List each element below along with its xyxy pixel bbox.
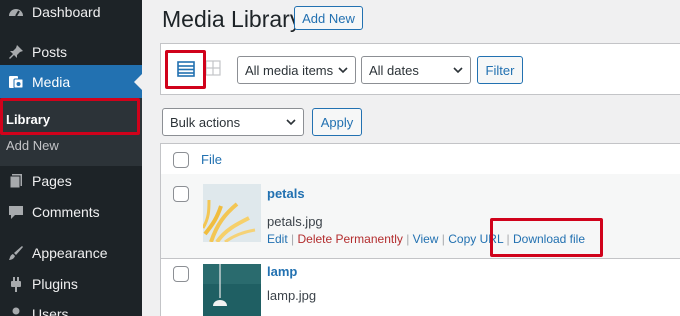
sidebar-item-label: Users — [32, 306, 69, 316]
paintbrush-icon — [4, 244, 28, 262]
row-checkbox[interactable] — [173, 186, 189, 202]
sidebar-item-label: Comments — [32, 204, 100, 220]
media-toolbar: All media items All dates Filter — [160, 43, 680, 95]
chevron-down-icon — [285, 116, 297, 131]
comment-icon — [4, 203, 28, 221]
row-checkbox[interactable] — [173, 266, 189, 282]
edit-link[interactable]: Edit — [267, 232, 288, 246]
media-title-link[interactable]: petals — [267, 186, 305, 201]
date-filter-select[interactable]: All dates — [361, 56, 471, 84]
download-highlight-box — [490, 218, 603, 257]
petals-thumbnail[interactable] — [203, 184, 261, 242]
select-all-checkbox[interactable] — [173, 152, 189, 168]
media-filename: petals.jpg — [267, 214, 323, 229]
date-filter-value: All dates — [369, 62, 419, 78]
sidebar-item-pages[interactable]: Pages — [0, 164, 142, 198]
sidebar-item-label: Dashboard — [32, 4, 101, 20]
sidebar-item-label: Pages — [32, 173, 72, 189]
sidebar-item-label: Appearance — [32, 245, 108, 261]
sidebar-item-posts[interactable]: Posts — [0, 35, 142, 69]
sidebar-item-label: Posts — [32, 44, 68, 60]
column-header-file[interactable]: File — [201, 152, 222, 167]
chevron-down-icon — [337, 64, 349, 79]
pushpin-icon — [4, 43, 28, 61]
media-title-link[interactable]: lamp — [267, 264, 297, 279]
apply-button[interactable]: Apply — [312, 108, 362, 136]
grid-view-icon[interactable] — [205, 60, 221, 76]
sidebar-item-plugins[interactable]: Plugins — [0, 267, 142, 301]
lamp-thumbnail[interactable] — [203, 264, 261, 316]
dashboard-icon — [4, 3, 28, 21]
filter-button[interactable]: Filter — [477, 56, 523, 84]
sidebar-item-media[interactable]: Media — [0, 65, 142, 99]
main-content: Media Library Add New All media items Al… — [142, 0, 680, 316]
row-divider — [161, 258, 680, 259]
sidebar-item-dashboard[interactable]: Dashboard — [0, 0, 142, 29]
bulk-actions-value: Bulk actions — [170, 114, 241, 130]
bulk-actions-select[interactable]: Bulk actions — [162, 108, 304, 136]
admin-sidebar: Dashboard Posts Media Library Add New Pa… — [0, 0, 142, 316]
chevron-down-icon — [452, 64, 464, 79]
media-filename: lamp.jpg — [267, 288, 317, 303]
sidebar-item-label: Media — [32, 74, 71, 90]
sidebar-item-appearance[interactable]: Appearance — [0, 236, 142, 270]
pages-icon — [4, 172, 28, 190]
plugin-icon — [4, 275, 28, 293]
page-title: Media Library — [162, 6, 302, 32]
add-new-button[interactable]: Add New — [294, 6, 363, 30]
delete-permanently-link[interactable]: Delete Permanently — [297, 232, 402, 246]
submenu-add-new[interactable]: Add New — [6, 138, 59, 153]
users-icon — [4, 305, 28, 316]
list-view-highlight-box — [165, 50, 206, 89]
media-type-value: All media items — [245, 62, 334, 78]
library-highlight-box — [0, 98, 140, 135]
sidebar-item-comments[interactable]: Comments — [0, 195, 142, 229]
view-link[interactable]: View — [413, 232, 439, 246]
sidebar-item-label: Plugins — [32, 276, 78, 292]
sidebar-item-users[interactable]: Users — [0, 297, 142, 316]
media-type-select[interactable]: All media items — [237, 56, 356, 84]
media-icon — [4, 73, 28, 91]
